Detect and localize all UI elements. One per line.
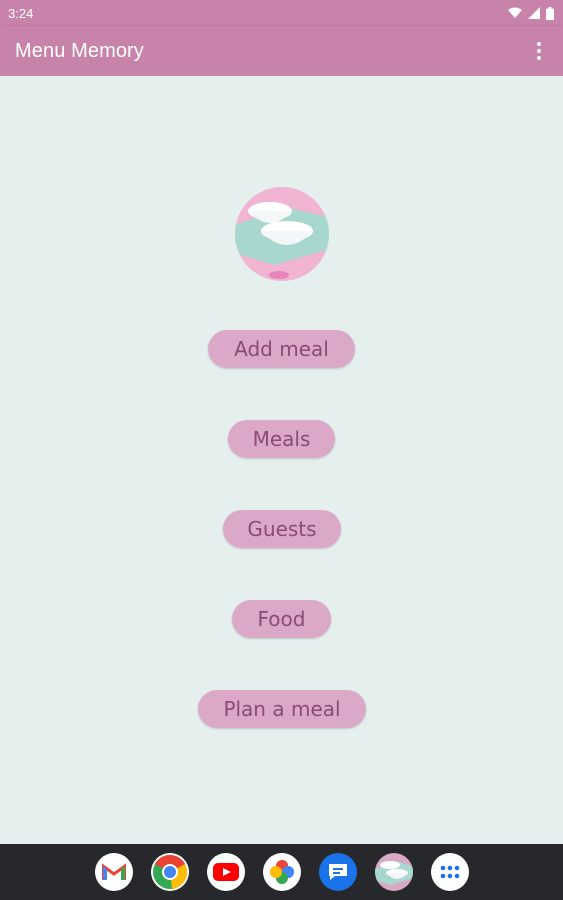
plan-a-meal-button[interactable]: Plan a meal (198, 690, 366, 728)
app-bar: Menu Memory (0, 26, 563, 76)
menu-memory-icon[interactable] (374, 853, 413, 891)
gmail-icon[interactable] (94, 853, 133, 891)
app-title: Menu Memory (15, 39, 144, 62)
wifi-icon (508, 7, 522, 18)
battery-icon (546, 6, 554, 20)
status-icons (508, 6, 554, 20)
guests-button[interactable]: Guests (223, 510, 341, 548)
status-bar: 3:24 (0, 0, 563, 26)
photos-icon[interactable] (262, 853, 301, 891)
app-drawer-icon[interactable] (430, 853, 469, 891)
add-meal-button[interactable]: Add meal (208, 330, 355, 368)
cell-signal-icon (528, 7, 540, 19)
chrome-icon[interactable] (150, 853, 189, 891)
more-vertical-icon[interactable] (527, 36, 551, 66)
stacked-bowls-logo (235, 187, 329, 281)
taskbar (0, 844, 563, 900)
main-content: Add meal Meals Guests Food Plan a meal (0, 76, 563, 844)
messages-icon[interactable] (318, 853, 357, 891)
food-button[interactable]: Food (232, 600, 331, 638)
status-time: 3:24 (8, 5, 34, 21)
youtube-icon[interactable] (206, 853, 245, 891)
meals-button[interactable]: Meals (228, 420, 335, 458)
